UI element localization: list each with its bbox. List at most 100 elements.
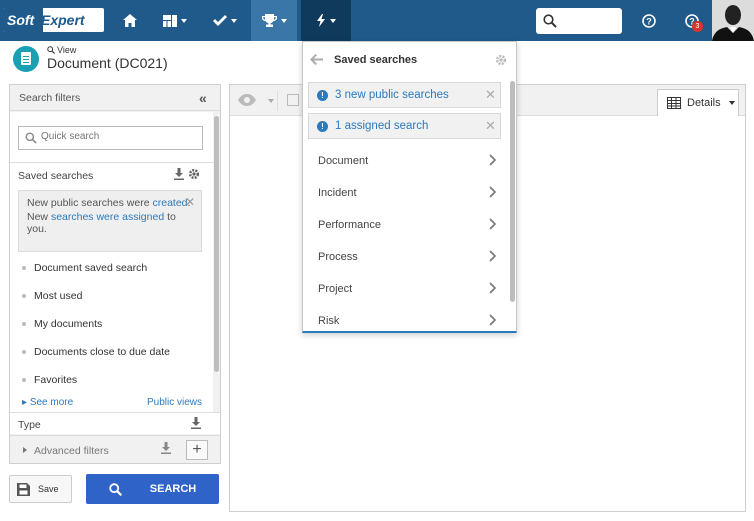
gear-icon[interactable] (495, 54, 507, 66)
lightning-icon (317, 14, 325, 27)
floppy-disk-icon (17, 482, 30, 496)
close-icon[interactable]: ✕ (185, 196, 195, 208)
saved-searches-header: Saved searches (10, 162, 213, 186)
image-icon[interactable] (287, 94, 299, 106)
chevron-down-icon (181, 18, 187, 23)
chevron-down-icon[interactable] (268, 99, 274, 103)
saved-search-item[interactable]: Document saved search (22, 262, 147, 274)
quick-search-field[interactable] (18, 126, 203, 150)
saved-searches-dropdown: Saved searches ! 3 new public searches ✕… (302, 41, 517, 333)
assigned-search-alert[interactable]: ! 1 assigned search ✕ (308, 113, 501, 139)
help-button[interactable]: ? (636, 0, 662, 41)
user-avatar[interactable] (712, 0, 754, 41)
search-filters-header: Search filters « (10, 85, 220, 111)
notifications-button[interactable]: ? 3 (678, 0, 706, 41)
public-views-link[interactable]: Public views (147, 397, 202, 408)
scrollbar-thumb[interactable] (510, 81, 515, 302)
search-filters-panel: Search filters « Saved searches New publ… (9, 84, 221, 464)
view-link[interactable]: View (47, 45, 76, 55)
document-module-icon (13, 46, 39, 72)
chevron-down-icon (330, 18, 336, 23)
public-searches-alert[interactable]: ! 3 new public searches ✕ (308, 82, 501, 108)
alert-text[interactable]: 1 assigned search (335, 120, 428, 132)
category-item-incident[interactable]: Incident (303, 176, 509, 208)
advanced-filters-row[interactable]: Advanced filters + (10, 435, 220, 463)
chevron-down-icon (280, 18, 287, 23)
category-label: Risk (318, 315, 340, 327)
logo-text-soft: Soft (3, 8, 43, 32)
trophy-icon (261, 14, 277, 27)
help-icon: ? (642, 13, 656, 28)
category-item-document[interactable]: Document (303, 144, 509, 176)
global-search-input[interactable] (536, 8, 622, 34)
type-filter-row[interactable]: Type (10, 412, 220, 434)
save-label: Save (38, 484, 59, 494)
home-icon (123, 14, 137, 27)
search-label: SEARCH (149, 483, 197, 495)
see-more-link[interactable]: ▸ See more (22, 397, 73, 408)
softexpert-logo[interactable]: Soft Expert (3, 8, 104, 32)
close-icon[interactable]: ✕ (485, 87, 496, 103)
category-label: Incident (318, 187, 357, 199)
quick-search-input[interactable] (41, 131, 196, 142)
add-filter-button[interactable]: + (186, 440, 208, 460)
saved-search-item[interactable]: Most used (22, 290, 82, 302)
dashboard-menu-button[interactable] (154, 0, 196, 41)
gear-icon[interactable] (188, 168, 200, 180)
saved-searches-label: Saved searches (18, 170, 94, 182)
saved-search-item[interactable]: My documents (22, 318, 102, 330)
search-icon (543, 14, 557, 28)
collapse-panel-icon[interactable]: « (199, 90, 207, 106)
arrow-left-icon[interactable] (310, 54, 323, 65)
view-label: View (57, 45, 77, 55)
category-item-project[interactable]: Project (303, 272, 509, 304)
saved-search-item[interactable]: Favorites (22, 374, 77, 386)
see-more-label: See more (29, 397, 74, 408)
search-button[interactable]: SEARCH (86, 474, 219, 504)
notice-assigned-link[interactable]: searches were assigned (51, 211, 164, 223)
tasks-menu-button[interactable] (204, 0, 246, 41)
category-label: Process (318, 251, 358, 263)
category-label: Performance (318, 219, 381, 231)
notice-created-link[interactable]: created (152, 197, 187, 209)
chevron-right-icon (489, 218, 497, 230)
saved-search-item[interactable]: Documents close to due date (22, 346, 170, 358)
download-icon[interactable] (161, 442, 171, 454)
new-searches-notice: New public searches were created. New se… (18, 190, 202, 252)
search-icon (47, 46, 55, 54)
dropdown-scrollbar[interactable] (509, 79, 516, 329)
save-button[interactable]: Save (9, 475, 72, 503)
filters-scrollbar[interactable] (213, 112, 220, 412)
search-icon (25, 132, 37, 144)
category-item-process[interactable]: Process (303, 240, 509, 272)
scrollbar-thumb[interactable] (214, 116, 219, 372)
quick-actions-menu-button[interactable] (301, 0, 351, 41)
dropdown-header: Saved searches (303, 42, 516, 78)
download-icon[interactable] (174, 168, 184, 180)
notice-line2-start: New (27, 211, 51, 223)
alert-text[interactable]: 3 new public searches (335, 89, 449, 101)
details-label: Details (687, 97, 721, 109)
chevron-right-icon (489, 186, 497, 198)
trophy-menu-button[interactable] (251, 0, 297, 41)
svg-text:?: ? (646, 16, 652, 26)
dashboard-icon (163, 14, 177, 27)
chevron-right-icon (23, 447, 27, 453)
close-icon[interactable]: ✕ (485, 118, 496, 134)
notice-line1: New public searches were (27, 197, 150, 209)
category-item-performance[interactable]: Performance (303, 208, 509, 240)
download-icon[interactable] (191, 417, 201, 429)
type-label: Type (18, 419, 41, 431)
filters-scroll-area: Saved searches New public searches were … (10, 112, 213, 412)
info-icon: ! (317, 121, 328, 132)
chevron-down-icon (728, 101, 735, 105)
chevron-right-icon (489, 314, 497, 326)
advanced-filters-label: Advanced filters (34, 445, 109, 457)
chevron-right-icon (489, 282, 497, 294)
category-item-risk[interactable]: Risk (303, 304, 509, 336)
home-button[interactable] (112, 0, 148, 41)
notification-badge: 3 (692, 21, 703, 32)
eye-icon[interactable] (238, 94, 256, 106)
user-silhouette-icon (712, 0, 754, 41)
details-view-button[interactable]: Details (657, 89, 739, 116)
